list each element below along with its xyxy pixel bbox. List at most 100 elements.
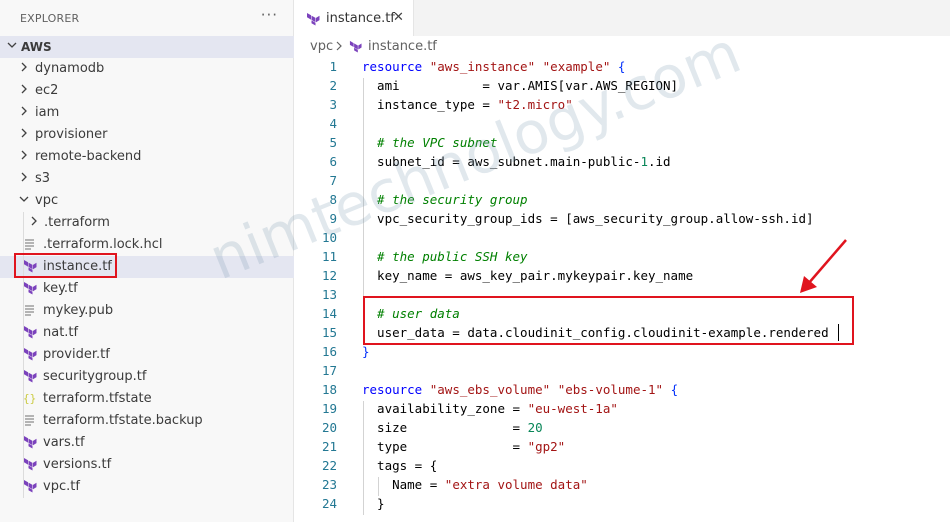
tree-item-label: terraform.tfstate.backup — [43, 413, 203, 428]
tree-item-label: key.tf — [43, 281, 78, 296]
code-line: Name = "extra volume data" — [362, 477, 588, 496]
code-line: tags = { — [362, 458, 437, 477]
tree-item-label: provisioner — [35, 127, 108, 142]
file-item[interactable]: terraform.tfstate.backup — [0, 410, 294, 432]
file-item[interactable]: {} terraform.tfstate — [0, 388, 294, 410]
file-item[interactable]: instance.tf — [0, 256, 294, 278]
text-cursor — [838, 324, 839, 341]
code-token: type = — [362, 439, 528, 454]
code-token: size = — [362, 420, 528, 435]
chevron-right-icon — [28, 215, 40, 231]
line-number: 21 — [321, 439, 337, 454]
folder-item[interactable]: ec2 — [0, 80, 294, 102]
file-item[interactable]: mykey.pub — [0, 300, 294, 322]
code-token: resource — [362, 382, 423, 397]
file-item[interactable]: nat.tf — [0, 322, 294, 344]
root-folder-label: AWS — [21, 40, 52, 54]
line-number: 23 — [321, 477, 337, 492]
line-number: 3 — [329, 97, 337, 112]
chevron-right-icon — [18, 61, 30, 77]
line-number: 12 — [321, 268, 337, 283]
tree-item-label: instance.tf — [43, 259, 112, 274]
tree-item-label: vars.tf — [43, 435, 85, 450]
code-line: key_name = aws_key_pair.mykeypair.key_na… — [362, 268, 693, 287]
code-token: key_name = aws_key_pair.mykeypair.key_na… — [362, 268, 694, 283]
tree-item-label: vpc.tf — [43, 479, 80, 494]
line-number: 22 — [321, 458, 337, 473]
code-token: { — [617, 59, 626, 74]
folder-item[interactable]: provisioner — [0, 124, 294, 146]
indent-guide — [378, 477, 379, 496]
close-icon[interactable]: ✕ — [393, 10, 404, 25]
file-lines-icon — [23, 237, 37, 251]
code-token: "ebs-volume-1" — [557, 382, 664, 397]
chevron-right-icon — [18, 127, 30, 143]
breadcrumb-folder[interactable]: vpc — [310, 39, 333, 54]
tree-item-label: iam — [35, 105, 60, 120]
code-token: user_data = data.cloudinit_config.cloudi… — [362, 325, 829, 340]
file-item[interactable]: provider.tf — [0, 344, 294, 366]
code-token: resource — [362, 59, 423, 74]
tree-item-label: remote-backend — [35, 149, 142, 164]
file-item[interactable]: vars.tf — [0, 432, 294, 454]
code-token: "aws_ebs_volume" — [429, 382, 551, 397]
indent-guide — [363, 401, 364, 515]
line-number: 16 — [321, 344, 337, 359]
code-token: } — [362, 496, 385, 511]
folder-item[interactable]: remote-backend — [0, 146, 294, 168]
code-token: # user data — [362, 306, 460, 321]
line-number: 4 — [329, 116, 337, 131]
code-line: # the VPC subnet — [362, 135, 497, 154]
tree-item-label: ec2 — [35, 83, 59, 98]
file-item[interactable]: vpc.tf — [0, 476, 294, 498]
line-number: 9 — [329, 211, 337, 226]
chevron-down-icon — [6, 39, 18, 54]
breadcrumb-file[interactable]: instance.tf — [368, 39, 437, 54]
code-editor[interactable]: 1 resource "aws_instance" "example" {2 am… — [295, 58, 950, 522]
code-token: Name = — [362, 477, 445, 492]
explorer-root-folder[interactable]: AWS — [0, 36, 294, 58]
tree-item-label: s3 — [35, 171, 51, 186]
terraform-icon — [23, 325, 37, 339]
folder-item[interactable]: vpc — [0, 190, 294, 212]
file-item[interactable]: securitygroup.tf — [0, 366, 294, 388]
file-lines-icon — [23, 413, 37, 427]
line-number: 20 — [321, 420, 337, 435]
file-item[interactable]: key.tf — [0, 278, 294, 300]
code-line: availability_zone = "eu-west-1a" — [362, 401, 618, 420]
file-item[interactable]: .terraform.lock.hcl — [0, 234, 294, 256]
code-line: size = 20 — [362, 420, 543, 439]
folder-item[interactable]: .terraform — [0, 212, 294, 234]
code-token: "extra volume data" — [444, 477, 588, 492]
code-token: 1 — [640, 154, 648, 169]
code-token: instance_type = — [362, 97, 498, 112]
terraform-icon — [23, 479, 37, 493]
folder-item[interactable]: s3 — [0, 168, 294, 190]
code-line: type = "gp2" — [362, 439, 565, 458]
file-item[interactable]: versions.tf — [0, 454, 294, 476]
line-number: 14 — [321, 306, 337, 321]
line-number: 7 — [329, 173, 337, 188]
code-line: resource "aws_instance" "example" { — [362, 59, 625, 78]
code-line: } — [362, 344, 370, 363]
line-number: 1 — [329, 59, 337, 74]
line-number: 8 — [329, 192, 337, 207]
code-line: # user data — [362, 306, 460, 325]
tree-item-label: vpc — [35, 193, 59, 208]
folder-item[interactable]: dynamodb — [0, 58, 294, 80]
code-token: "gp2" — [527, 439, 566, 454]
code-line: instance_type = "t2.micro" — [362, 97, 573, 116]
tab-instance-tf[interactable]: instance.tf ✕ — [295, 0, 414, 36]
code-token: "t2.micro" — [497, 97, 573, 112]
tree-item-label: mykey.pub — [43, 303, 114, 318]
terraform-icon — [23, 281, 37, 295]
code-line: } — [362, 496, 385, 515]
line-number: 11 — [321, 249, 337, 264]
folder-item[interactable]: iam — [0, 102, 294, 124]
code-token: ami = var.AMIS[var.AWS_REGION] — [362, 78, 679, 93]
ellipsis-icon[interactable]: ··· — [261, 6, 278, 24]
code-line: ami = var.AMIS[var.AWS_REGION] — [362, 78, 678, 97]
